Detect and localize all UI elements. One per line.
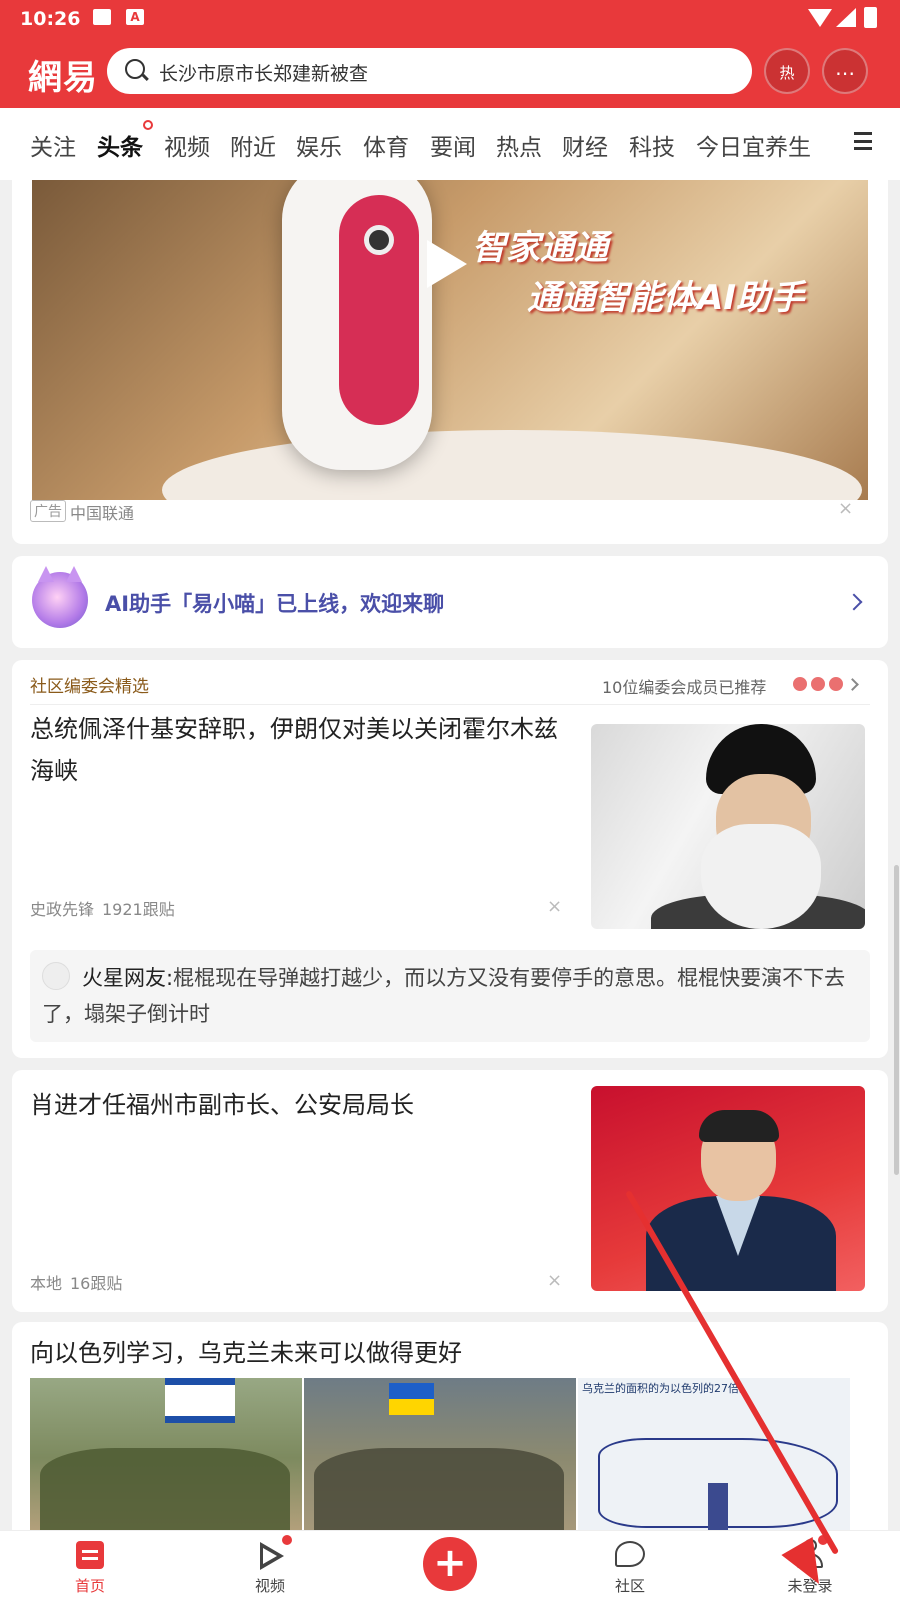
ad-source: 中国联通 (70, 504, 135, 523)
tab-follow[interactable]: 关注 (30, 128, 76, 162)
app-header: 10:26 A 網易 长沙市原市长郑建新被查 热 ⋯ (0, 0, 900, 108)
netease-logo[interactable]: 網易 (28, 50, 98, 99)
channel-menu-icon[interactable] (854, 132, 872, 150)
bottom-nav: 首页 视频 + 社区 未登录 (0, 1530, 900, 1600)
tab-finance[interactable]: 财经 (562, 128, 608, 162)
ai-banner-text: AI助手「易小喵」已上线，欢迎来聊 (105, 592, 445, 616)
notification-dot (282, 1535, 292, 1545)
ad-headline: 智家通通 (472, 228, 608, 268)
news-title[interactable]: 总统佩泽什基安辞职，伊朗仅对美以关闭霍尔木兹海峡 (30, 708, 565, 792)
recommenders-text[interactable]: 10位编委会成员已推荐 (602, 674, 766, 698)
tab-trending[interactable]: 热点 (496, 128, 542, 162)
comment-count: 16跟贴 (70, 1274, 123, 1293)
nav-home[interactable]: 首页 (30, 1531, 150, 1600)
hot-list-button[interactable]: 热 (764, 48, 810, 94)
battery-icon (864, 7, 877, 28)
nav-video-label: 视频 (254, 1577, 285, 1595)
ad-subheadline: 通通智能体AI助手 (527, 278, 804, 318)
wifi-icon (808, 9, 832, 27)
status-time: 10:26 (20, 8, 81, 30)
divider (30, 704, 870, 705)
news-card[interactable]: 社区编委会精选 10位编委会成员已推荐 总统佩泽什基安辞职，伊朗仅对美以关闭霍尔… (12, 660, 888, 1058)
ad-table-surface (162, 430, 862, 500)
news-title[interactable]: 肖进才任福州市副市长、公安局局长 (30, 1084, 565, 1126)
tab-new-dot (143, 120, 153, 130)
chevron-right-icon[interactable] (846, 678, 859, 691)
news-thumbnail[interactable] (591, 1086, 865, 1291)
search-suggestion: 长沙市原市长郑建新被查 (159, 63, 369, 85)
nav-video[interactable]: 视频 (210, 1531, 330, 1600)
close-icon[interactable]: × (547, 1270, 562, 1291)
ad-badge: 广告 (30, 500, 66, 522)
tab-health[interactable]: 今日宜养生 (696, 128, 811, 162)
scrollbar[interactable] (894, 865, 899, 1175)
section-title: 社区编委会精选 (30, 677, 149, 697)
recommender-avatars (792, 676, 846, 696)
chat-bubble-icon: ⋯ (835, 61, 855, 85)
tab-nearby[interactable]: 附近 (230, 128, 276, 162)
tab-news[interactable]: 要闻 (430, 128, 476, 162)
israel-flag (165, 1378, 235, 1423)
nav-community-label: 社区 (614, 1577, 645, 1595)
tab-video[interactable]: 视频 (164, 128, 210, 162)
signal-icon (836, 8, 856, 27)
close-icon[interactable]: × (838, 498, 853, 519)
tab-headlines[interactable]: 头条 (97, 128, 143, 162)
news-source: 本地 (30, 1274, 63, 1293)
commenter-name: 火星网友: (82, 966, 174, 990)
community-chat-icon (615, 1541, 645, 1567)
news-image-map[interactable]: 乌克兰的面积的为以色列的27倍。 (578, 1378, 850, 1538)
ai-cat-avatar-icon (32, 566, 88, 628)
ai-assistant-banner[interactable]: AI助手「易小喵」已上线，欢迎来聊 (12, 556, 888, 648)
nav-community[interactable]: 社区 (570, 1531, 690, 1600)
smart-speaker-image (282, 180, 432, 470)
news-image-ukraine[interactable] (304, 1378, 576, 1538)
chevron-right-icon (845, 593, 863, 611)
ad-card[interactable]: 智家通通 通通智能体AI助手 广告 中国联通 × (12, 170, 888, 544)
tab-tech[interactable]: 科技 (629, 128, 675, 162)
camera-lens (364, 225, 394, 255)
ad-video[interactable]: 智家通通 通通智能体AI助手 (32, 180, 868, 500)
news-card[interactable]: 肖进才任福州市副市长、公安局局长 本地 16跟贴 × (12, 1070, 888, 1312)
news-thumbnail[interactable] (591, 724, 865, 929)
message-button[interactable]: ⋯ (822, 48, 868, 94)
close-icon[interactable]: × (547, 896, 562, 917)
play-icon[interactable] (427, 240, 467, 288)
status-bar: 10:26 A (0, 0, 900, 38)
map-caption: 乌克兰的面积的为以色列的27倍。 (582, 1382, 750, 1395)
search-icon (125, 59, 145, 79)
hot-comment[interactable]: 火星网友:棍棍现在导弹越打越少，而以方又没有要停手的意思。棍棍快要演不下去了，塌… (30, 950, 870, 1042)
app-notification-icon: A (126, 9, 144, 25)
tab-entertainment[interactable]: 娱乐 (296, 128, 342, 162)
tab-sports[interactable]: 体育 (363, 128, 409, 162)
gallery-notification-icon (93, 9, 111, 25)
home-icon (76, 1541, 104, 1569)
news-source: 史政先锋 (30, 900, 95, 919)
publish-plus-button[interactable]: + (423, 1537, 477, 1591)
ukraine-flag (389, 1383, 434, 1415)
search-bar[interactable]: 长沙市原市长郑建新被查 (107, 48, 752, 94)
news-image-israel[interactable] (30, 1378, 302, 1538)
nav-home-label: 首页 (74, 1577, 105, 1595)
comment-count: 1921跟贴 (102, 900, 175, 919)
